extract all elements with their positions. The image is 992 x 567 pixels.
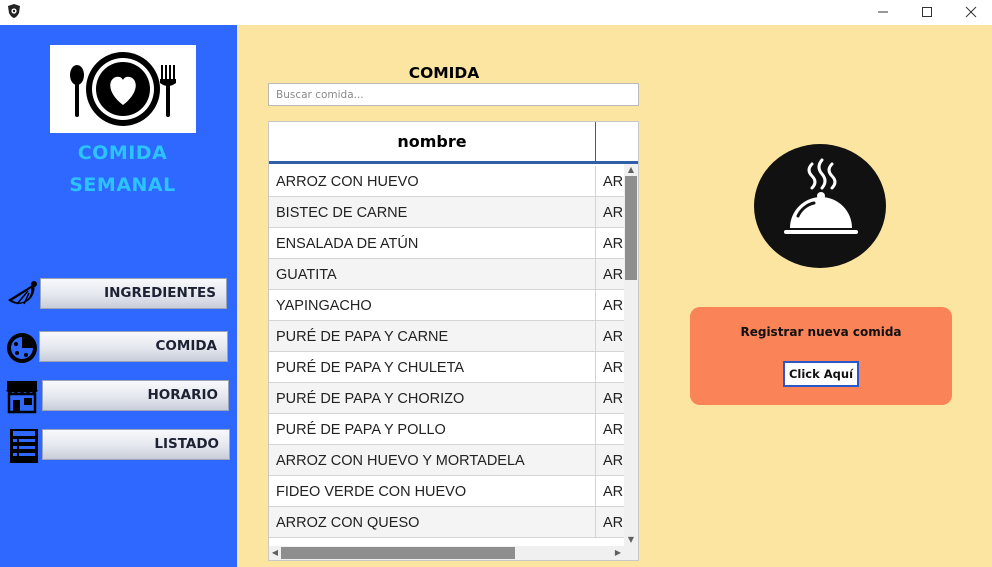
brand-title-line2: SEMANAL [69, 174, 176, 196]
scrollbar-corner [624, 546, 638, 560]
register-food-button[interactable]: Click Aquí [783, 361, 859, 387]
table-row[interactable]: PURÉ DE PAPA Y CHORIZO ARI [269, 383, 624, 414]
cell-nombre: GUATITA [269, 259, 596, 289]
cell-nombre: ENSALADA DE ATÚN [269, 228, 596, 258]
cell-nombre: ARROZ CON QUESO [269, 507, 596, 537]
food-table: nombre ARROZ CON HUEVO ARI BISTEC DE CARN… [268, 121, 639, 561]
cell-nombre: PURÉ DE PAPA Y CHORIZO [269, 383, 596, 413]
brand-title-line1: COMIDA [77, 142, 168, 164]
table-row[interactable]: YAPINGACHO ARI [269, 290, 624, 321]
cell-second: ARI [603, 267, 624, 283]
scroll-right-icon[interactable]: ▶ [612, 547, 624, 559]
cell-second: ARI [603, 422, 624, 438]
cell-second: ARI [603, 174, 624, 190]
app-icon [6, 3, 22, 19]
cell-second: ARI [603, 236, 624, 252]
window-titlebar [0, 0, 992, 25]
table-row[interactable]: PURÉ DE PAPA Y CHULETA ARI [269, 352, 624, 383]
nav-horario-button[interactable]: HORARIO [42, 380, 229, 411]
covered-dish-cloche-icon [784, 158, 858, 234]
cell-nombre: BISTEC DE CARNE [269, 197, 596, 227]
cell-second: ARI [603, 298, 624, 314]
table-row[interactable]: ARROZ CON HUEVO ARI [269, 166, 624, 197]
cell-nombre: ARROZ CON HUEVO [269, 166, 596, 196]
column-header-nombre[interactable]: nombre [269, 122, 596, 161]
scroll-up-icon[interactable]: ▲ [625, 164, 637, 176]
horizontal-scrollbar[interactable]: ◀ ▶ [269, 546, 624, 560]
cell-second: ARI [603, 484, 624, 500]
close-icon [965, 3, 977, 22]
lemon-slice-icon [4, 276, 40, 312]
table-row[interactable]: FIDEO VERDE CON HUEVO ARI [269, 476, 624, 507]
nav-listado-button[interactable]: LISTADO [42, 429, 230, 460]
logo [50, 45, 196, 133]
cell-nombre: ARROZ CON HUEVO Y MORTADELA [269, 445, 596, 475]
cell-nombre: PURÉ DE PAPA Y CARNE [269, 321, 596, 351]
cell-nombre: YAPINGACHO [269, 290, 596, 320]
cell-nombre: PURÉ DE PAPA Y CHULETA [269, 352, 596, 382]
table-row[interactable]: PURÉ DE PAPA Y POLLO ARI [269, 414, 624, 445]
cell-second: ARI [603, 453, 624, 469]
table-row[interactable]: PURÉ DE PAPA Y CARNE ARI [269, 321, 624, 352]
menu-list-icon [6, 427, 42, 463]
search-input[interactable] [268, 83, 639, 106]
scroll-down-icon[interactable]: ▼ [625, 534, 637, 546]
vertical-scrollbar[interactable]: ▲ ▼ [624, 164, 638, 546]
cell-nombre: PURÉ DE PAPA Y POLLO [269, 414, 596, 444]
horizontal-scroll-thumb[interactable] [281, 547, 515, 559]
sidebar: COMIDA SEMANAL INGREDIENTES COMIDA HORAR… [0, 25, 237, 567]
table-header: nombre [269, 122, 638, 164]
close-button[interactable] [948, 0, 992, 25]
pizza-icon [4, 330, 40, 366]
cell-second: ARI [603, 391, 624, 407]
nav-ingredientes-button[interactable]: INGREDIENTES [40, 278, 227, 309]
table-row[interactable]: ENSALADA DE ATÚN ARI [269, 228, 624, 259]
cell-second: ARI [603, 205, 624, 221]
scroll-left-icon[interactable]: ◀ [269, 547, 281, 559]
nav-comida-button[interactable]: COMIDA [39, 331, 228, 362]
dish-badge [754, 144, 886, 268]
cell-second: ARI [603, 360, 624, 376]
cell-second: ARI [603, 329, 624, 345]
cell-second: ARI [603, 515, 624, 531]
storefront-icon [4, 378, 40, 414]
page-title: COMIDA [408, 64, 480, 82]
plate-heart-cutlery-icon [70, 52, 176, 126]
vertical-scroll-thumb[interactable] [625, 176, 637, 280]
minimize-button[interactable] [860, 0, 906, 25]
register-card-title: Registrar nueva comida [740, 325, 902, 339]
table-row[interactable]: GUATITA ARI [269, 259, 624, 290]
cell-nombre: FIDEO VERDE CON HUEVO [269, 476, 596, 506]
maximize-button[interactable] [904, 0, 950, 25]
maximize-icon [921, 3, 933, 22]
register-card: Registrar nueva comida Click Aquí [690, 307, 952, 405]
minimize-icon [877, 3, 889, 22]
table-row[interactable]: ARROZ CON QUESO ARI [269, 507, 624, 538]
table-row[interactable]: ARROZ CON HUEVO Y MORTADELA ARI [269, 445, 624, 476]
table-row[interactable]: BISTEC DE CARNE ARI [269, 197, 624, 228]
table-body: ARROZ CON HUEVO ARI BISTEC DE CARNE ARI EN… [269, 166, 624, 538]
